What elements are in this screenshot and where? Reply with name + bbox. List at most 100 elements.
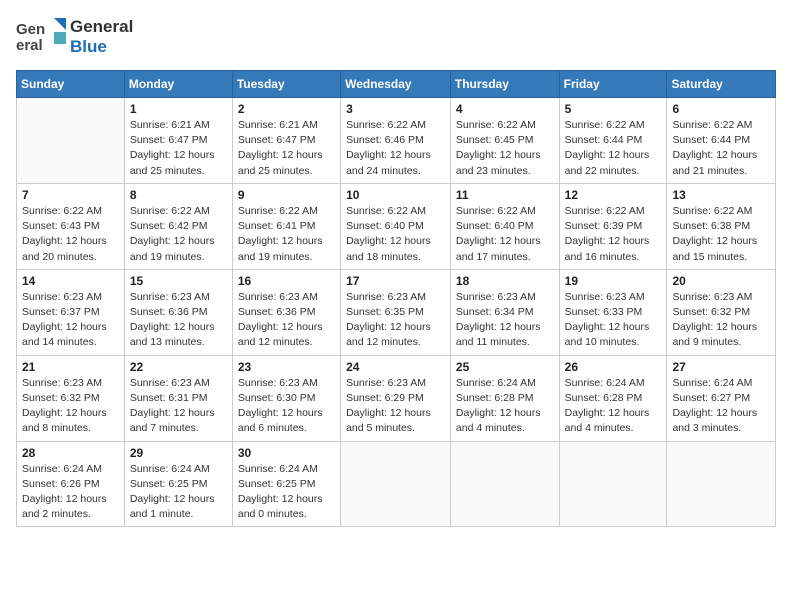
- day-number: 14: [22, 274, 119, 288]
- calendar-cell: 23 Sunrise: 6:23 AM Sunset: 6:30 PM Dayli…: [232, 355, 340, 441]
- day-info: Sunrise: 6:23 AM Sunset: 6:36 PM Dayligh…: [238, 290, 335, 351]
- day-info: Sunrise: 6:22 AM Sunset: 6:46 PM Dayligh…: [346, 118, 445, 179]
- day-info: Sunrise: 6:22 AM Sunset: 6:40 PM Dayligh…: [456, 204, 554, 265]
- day-number: 9: [238, 188, 335, 202]
- calendar-cell: 14 Sunrise: 6:23 AM Sunset: 6:37 PM Dayli…: [17, 269, 125, 355]
- day-info: Sunrise: 6:24 AM Sunset: 6:25 PM Dayligh…: [130, 462, 227, 523]
- day-number: 13: [672, 188, 770, 202]
- day-number: 22: [130, 360, 227, 374]
- page-header: Gen eral General Blue: [16, 16, 776, 58]
- day-number: 2: [238, 102, 335, 116]
- weekday-header-saturday: Saturday: [667, 71, 776, 98]
- calendar-cell: 4 Sunrise: 6:22 AM Sunset: 6:45 PM Daylig…: [450, 98, 559, 184]
- calendar-cell: [667, 441, 776, 527]
- calendar-cell: 26Sunrise: 6:24 AM Sunset: 6:28 PM Dayli…: [559, 355, 667, 441]
- calendar-cell: [559, 441, 667, 527]
- calendar-cell: 11 Sunrise: 6:22 AM Sunset: 6:40 PM Dayli…: [450, 183, 559, 269]
- calendar-cell: 19Sunrise: 6:23 AM Sunset: 6:33 PM Dayli…: [559, 269, 667, 355]
- calendar-cell: 21 Sunrise: 6:23 AM Sunset: 6:32 PM Dayli…: [17, 355, 125, 441]
- svg-text:eral: eral: [16, 37, 43, 54]
- calendar-cell: 7 Sunrise: 6:22 AM Sunset: 6:43 PM Daylig…: [17, 183, 125, 269]
- day-number: 16: [238, 274, 335, 288]
- weekday-header-tuesday: Tuesday: [232, 71, 340, 98]
- calendar-cell: [450, 441, 559, 527]
- calendar-week-row: 28Sunrise: 6:24 AM Sunset: 6:26 PM Dayli…: [17, 441, 776, 527]
- logo: Gen eral General Blue: [16, 16, 133, 58]
- calendar-cell: 22 Sunrise: 6:23 AM Sunset: 6:31 PM Dayli…: [124, 355, 232, 441]
- calendar-cell: 25 Sunrise: 6:24 AM Sunset: 6:28 PM Dayli…: [450, 355, 559, 441]
- calendar-cell: 12 Sunrise: 6:22 AM Sunset: 6:39 PM Dayli…: [559, 183, 667, 269]
- day-info: Sunrise: 6:23 AM Sunset: 6:32 PM Dayligh…: [672, 290, 770, 351]
- calendar-cell: 9 Sunrise: 6:22 AM Sunset: 6:41 PM Daylig…: [232, 183, 340, 269]
- day-number: 4: [456, 102, 554, 116]
- day-number: 25: [456, 360, 554, 374]
- day-info: Sunrise: 6:23 AM Sunset: 6:36 PM Dayligh…: [130, 290, 227, 351]
- calendar-cell: 16 Sunrise: 6:23 AM Sunset: 6:36 PM Dayli…: [232, 269, 340, 355]
- day-number: 8: [130, 188, 227, 202]
- calendar-cell: 3 Sunrise: 6:22 AM Sunset: 6:46 PM Daylig…: [341, 98, 451, 184]
- calendar-cell: 13Sunrise: 6:22 AM Sunset: 6:38 PM Dayli…: [667, 183, 776, 269]
- day-info: Sunrise: 6:22 AM Sunset: 6:44 PM Dayligh…: [565, 118, 662, 179]
- calendar-cell: 2 Sunrise: 6:21 AM Sunset: 6:47 PM Daylig…: [232, 98, 340, 184]
- day-number: 20: [672, 274, 770, 288]
- calendar-week-row: 14 Sunrise: 6:23 AM Sunset: 6:37 PM Dayli…: [17, 269, 776, 355]
- day-info: Sunrise: 6:23 AM Sunset: 6:37 PM Dayligh…: [22, 290, 119, 351]
- calendar-cell: 28Sunrise: 6:24 AM Sunset: 6:26 PM Dayli…: [17, 441, 125, 527]
- calendar-cell: 20 Sunrise: 6:23 AM Sunset: 6:32 PM Dayli…: [667, 269, 776, 355]
- day-info: Sunrise: 6:23 AM Sunset: 6:34 PM Dayligh…: [456, 290, 554, 351]
- logo-general-text: General: [70, 17, 133, 36]
- weekday-header-thursday: Thursday: [450, 71, 559, 98]
- calendar-cell: 30 Sunrise: 6:24 AM Sunset: 6:25 PM Dayli…: [232, 441, 340, 527]
- weekday-header-monday: Monday: [124, 71, 232, 98]
- day-number: 7: [22, 188, 119, 202]
- day-number: 30: [238, 446, 335, 460]
- calendar-cell: 10 Sunrise: 6:22 AM Sunset: 6:40 PM Dayli…: [341, 183, 451, 269]
- day-info: Sunrise: 6:24 AM Sunset: 6:28 PM Dayligh…: [456, 376, 554, 437]
- day-info: Sunrise: 6:22 AM Sunset: 6:39 PM Dayligh…: [565, 204, 662, 265]
- svg-text:Gen: Gen: [16, 21, 45, 38]
- calendar-week-row: 21 Sunrise: 6:23 AM Sunset: 6:32 PM Dayli…: [17, 355, 776, 441]
- day-info: Sunrise: 6:23 AM Sunset: 6:31 PM Dayligh…: [130, 376, 227, 437]
- day-number: 10: [346, 188, 445, 202]
- calendar-cell: 17 Sunrise: 6:23 AM Sunset: 6:35 PM Dayli…: [341, 269, 451, 355]
- day-info: Sunrise: 6:24 AM Sunset: 6:25 PM Dayligh…: [238, 462, 335, 523]
- day-info: Sunrise: 6:23 AM Sunset: 6:35 PM Dayligh…: [346, 290, 445, 351]
- day-info: Sunrise: 6:24 AM Sunset: 6:27 PM Dayligh…: [672, 376, 770, 437]
- day-number: 11: [456, 188, 554, 202]
- day-number: 5: [565, 102, 662, 116]
- day-number: 21: [22, 360, 119, 374]
- day-number: 26: [565, 360, 662, 374]
- day-info: Sunrise: 6:22 AM Sunset: 6:43 PM Dayligh…: [22, 204, 119, 265]
- calendar-cell: 5 Sunrise: 6:22 AM Sunset: 6:44 PM Daylig…: [559, 98, 667, 184]
- day-number: 1: [130, 102, 227, 116]
- day-number: 3: [346, 102, 445, 116]
- day-info: Sunrise: 6:22 AM Sunset: 6:45 PM Dayligh…: [456, 118, 554, 179]
- calendar-cell: 6 Sunrise: 6:22 AM Sunset: 6:44 PM Daylig…: [667, 98, 776, 184]
- day-info: Sunrise: 6:23 AM Sunset: 6:32 PM Dayligh…: [22, 376, 119, 437]
- day-info: Sunrise: 6:23 AM Sunset: 6:29 PM Dayligh…: [346, 376, 445, 437]
- day-info: Sunrise: 6:22 AM Sunset: 6:44 PM Dayligh…: [672, 118, 770, 179]
- calendar-cell: 1Sunrise: 6:21 AM Sunset: 6:47 PM Daylig…: [124, 98, 232, 184]
- calendar-header-row: SundayMondayTuesdayWednesdayThursdayFrid…: [17, 71, 776, 98]
- day-info: Sunrise: 6:24 AM Sunset: 6:26 PM Dayligh…: [22, 462, 119, 523]
- day-info: Sunrise: 6:23 AM Sunset: 6:30 PM Dayligh…: [238, 376, 335, 437]
- day-number: 15: [130, 274, 227, 288]
- day-number: 17: [346, 274, 445, 288]
- logo-svg: Gen eral: [16, 16, 68, 58]
- day-info: Sunrise: 6:22 AM Sunset: 6:41 PM Dayligh…: [238, 204, 335, 265]
- day-number: 12: [565, 188, 662, 202]
- calendar-week-row: 7 Sunrise: 6:22 AM Sunset: 6:43 PM Daylig…: [17, 183, 776, 269]
- calendar-cell: 8 Sunrise: 6:22 AM Sunset: 6:42 PM Daylig…: [124, 183, 232, 269]
- calendar-week-row: 1 Sunrise: 6:21 AM Sunset: 6:47 PM Daylig…: [17, 98, 776, 184]
- weekday-header-wednesday: Wednesday: [341, 71, 451, 98]
- calendar-cell: [341, 441, 451, 527]
- day-info: Sunrise: 6:21 AM Sunset: 6:47 PM Dayligh…: [238, 118, 335, 179]
- logo-blue-text: Blue: [70, 37, 107, 56]
- day-number: 18: [456, 274, 554, 288]
- calendar-cell: 27Sunrise: 6:24 AM Sunset: 6:27 PM Dayli…: [667, 355, 776, 441]
- day-number: 23: [238, 360, 335, 374]
- day-info: Sunrise: 6:22 AM Sunset: 6:42 PM Dayligh…: [130, 204, 227, 265]
- day-info: Sunrise: 6:22 AM Sunset: 6:40 PM Dayligh…: [346, 204, 445, 265]
- day-number: 19: [565, 274, 662, 288]
- day-number: 6: [672, 102, 770, 116]
